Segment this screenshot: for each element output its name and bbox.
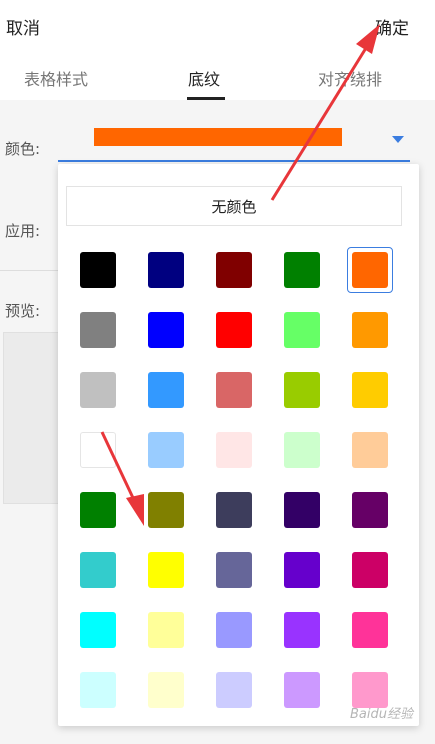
color-swatch[interactable] <box>352 312 388 348</box>
color-swatch[interactable] <box>80 432 116 468</box>
color-swatch[interactable] <box>80 552 116 588</box>
color-swatch[interactable] <box>148 312 184 348</box>
color-swatch[interactable] <box>284 672 320 708</box>
color-swatch[interactable] <box>216 432 252 468</box>
dropdown-arrow-icon <box>392 136 404 143</box>
selected-color-bar <box>94 128 342 146</box>
color-swatch[interactable] <box>352 552 388 588</box>
tab-bar: 表格样式 底纹 对齐绕排 <box>0 64 435 100</box>
tab-alignment-wrap[interactable]: 对齐绕排 <box>318 66 382 90</box>
watermark: Baidu经验 <box>350 707 413 722</box>
color-swatch[interactable] <box>352 612 388 648</box>
color-swatch[interactable] <box>284 432 320 468</box>
tab-table-style[interactable]: 表格样式 <box>24 66 88 90</box>
color-swatch[interactable] <box>284 552 320 588</box>
color-swatch[interactable] <box>352 252 388 288</box>
color-swatch[interactable] <box>284 612 320 648</box>
color-swatch[interactable] <box>148 612 184 648</box>
color-swatch[interactable] <box>352 432 388 468</box>
confirm-button[interactable]: 确定 <box>375 14 409 39</box>
color-swatch[interactable] <box>80 372 116 408</box>
color-swatch[interactable] <box>284 372 320 408</box>
color-swatch[interactable] <box>148 492 184 528</box>
color-swatch[interactable] <box>216 672 252 708</box>
color-swatch[interactable] <box>284 312 320 348</box>
cancel-button[interactable]: 取消 <box>6 14 40 39</box>
preview-area <box>3 332 65 504</box>
color-swatch[interactable] <box>216 312 252 348</box>
color-dropdown[interactable] <box>58 124 410 162</box>
color-swatch[interactable] <box>80 312 116 348</box>
color-swatch[interactable] <box>352 492 388 528</box>
divider <box>0 270 60 271</box>
color-swatch[interactable] <box>80 252 116 288</box>
color-swatch[interactable] <box>148 372 184 408</box>
color-swatch[interactable] <box>216 492 252 528</box>
color-swatch[interactable] <box>80 492 116 528</box>
color-swatch[interactable] <box>148 552 184 588</box>
color-swatch[interactable] <box>148 672 184 708</box>
color-swatch[interactable] <box>80 612 116 648</box>
color-swatch[interactable] <box>148 252 184 288</box>
apply-label: 应用: <box>5 222 41 240</box>
top-bar: 取消 确定 表格样式 底纹 对齐绕排 <box>0 0 435 100</box>
color-swatch[interactable] <box>216 552 252 588</box>
color-swatch[interactable] <box>284 492 320 528</box>
color-palette-popup: 无颜色 <box>58 164 419 726</box>
color-label: 颜色: <box>5 140 41 158</box>
color-swatch[interactable] <box>80 672 116 708</box>
color-swatch[interactable] <box>216 252 252 288</box>
color-swatch[interactable] <box>216 612 252 648</box>
no-color-button[interactable]: 无颜色 <box>66 186 402 226</box>
color-swatch[interactable] <box>284 252 320 288</box>
color-swatch[interactable] <box>216 372 252 408</box>
color-swatch[interactable] <box>148 432 184 468</box>
color-swatch[interactable] <box>352 372 388 408</box>
preview-label: 预览: <box>5 302 41 320</box>
tab-shading[interactable]: 底纹 <box>188 66 220 90</box>
